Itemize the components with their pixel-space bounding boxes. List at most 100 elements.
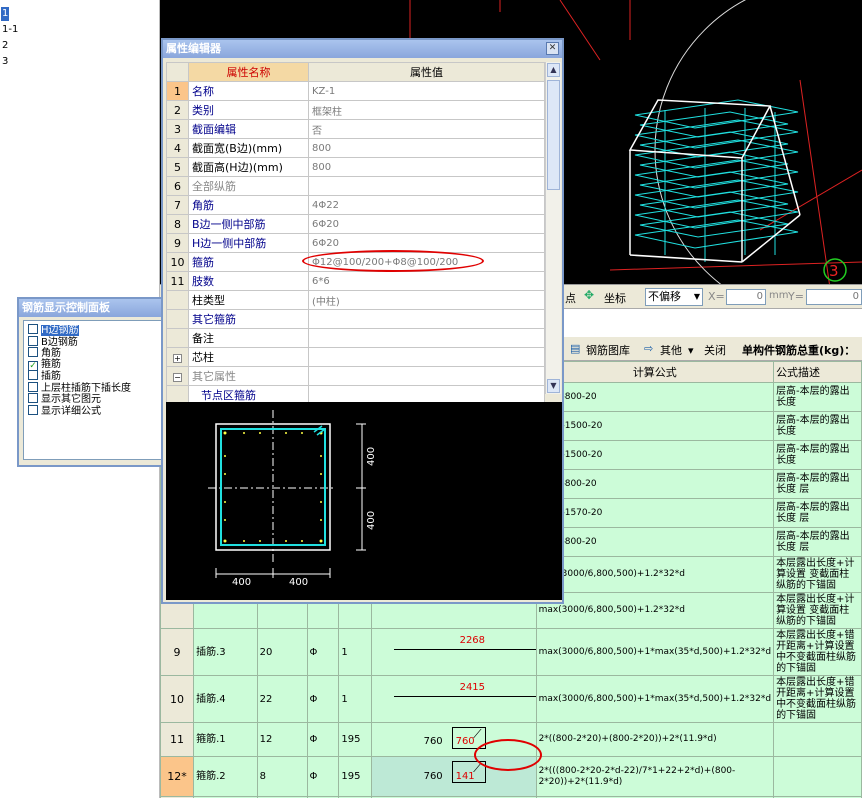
option-label: 上层柱插筋下插长度 <box>41 382 131 394</box>
checkbox[interactable] <box>28 393 38 403</box>
property-row[interactable]: 6 全部纵筋 <box>166 176 545 196</box>
rebar-name: 插筋.3 <box>193 628 258 676</box>
property-value[interactable]: 800 <box>308 138 545 158</box>
property-row[interactable]: 柱类型 (中柱) <box>166 290 545 310</box>
property-row[interactable]: 8 B边一侧中部筋 6Φ20 <box>166 214 545 234</box>
shape-length: 2415 <box>459 682 486 693</box>
count: 195 <box>338 756 372 797</box>
property-name: 截面高(H边)(mm) <box>188 157 309 177</box>
column-section-drawing: 400 400 400 400 <box>208 410 377 588</box>
property-value[interactable] <box>308 176 545 196</box>
property-row[interactable]: 3 截面编辑否 <box>166 119 545 139</box>
property-value[interactable] <box>308 366 545 386</box>
corner-header <box>166 62 189 82</box>
rebar-option[interactable]: 插筋 <box>28 370 61 382</box>
property-name: B边一侧中部筋 <box>188 214 309 234</box>
property-value[interactable] <box>308 347 545 367</box>
checkbox[interactable] <box>28 404 38 415</box>
property-value[interactable]: KZ-1 <box>308 81 545 101</box>
checkbox[interactable]: ✓ <box>28 360 38 371</box>
property-editor-window[interactable]: 属性编辑器 ✕ 属性名称 属性值 1 名称 KZ-1 2 类别 框架柱 3 截面编辑否 4 截面宽… <box>161 38 564 604</box>
row-number: 4 <box>166 138 189 158</box>
property-row[interactable]: 9 H边一侧中部筋 6Φ20 <box>166 233 545 253</box>
checkbox[interactable] <box>28 381 38 392</box>
property-row[interactable]: 7 角筋 4Φ22 <box>166 195 545 215</box>
window-title[interactable]: 属性编辑器 <box>163 40 562 58</box>
row-number: 1 <box>166 81 189 101</box>
row-number: + <box>166 347 189 367</box>
shape-length-b: 141 <box>455 771 475 782</box>
x-input[interactable]: 0 <box>726 289 766 305</box>
property-value[interactable]: 4Φ22 <box>308 195 545 215</box>
checkbox[interactable] <box>28 324 38 334</box>
scroll-down-icon[interactable]: ▼ <box>547 379 560 393</box>
row-number: 8 <box>166 214 189 234</box>
dim-w-right: 400 <box>289 577 308 588</box>
option-label: 显示详细公式 <box>41 405 101 417</box>
rebar-library-button[interactable]: 钢筋图库 <box>586 342 630 358</box>
property-value[interactable]: 6Φ20 <box>308 233 545 253</box>
property-row[interactable]: 4 截面宽(B边)(mm) 800 <box>166 138 545 158</box>
dim-h-top: 400 <box>366 447 377 466</box>
property-name: 柱类型 <box>188 290 309 310</box>
tree-item[interactable]: 2 <box>1 39 9 53</box>
scroll-thumb[interactable] <box>547 80 560 190</box>
desc-cell <box>773 722 862 757</box>
row-number: 6 <box>166 176 189 196</box>
rebar-option[interactable]: 显示详细公式 <box>28 404 101 417</box>
property-value[interactable] <box>308 309 545 329</box>
property-value[interactable]: (中柱) <box>308 290 545 310</box>
expand-icon[interactable]: + <box>173 353 182 363</box>
highlight-ellipse <box>302 250 484 272</box>
property-row[interactable]: + 芯柱 <box>166 347 545 367</box>
shape-length-a: 760 <box>423 771 443 782</box>
property-name: 全部纵筋 <box>188 176 309 196</box>
close-icon[interactable]: ✕ <box>546 42 559 55</box>
rebar-option[interactable]: H边钢筋 <box>28 324 79 336</box>
property-row[interactable]: 5 截面高(H边)(mm) 800 <box>166 157 545 177</box>
tree-item[interactable]: 1 <box>1 7 10 21</box>
property-name: 截面编辑 <box>188 119 309 139</box>
rebar-option[interactable]: 角筋 <box>28 347 61 359</box>
property-row[interactable]: 其它箍筋 <box>166 309 545 329</box>
checkbox[interactable] <box>28 370 38 380</box>
property-row[interactable]: 1 名称 KZ-1 <box>166 81 545 101</box>
property-value[interactable]: 框架柱 <box>308 100 545 120</box>
formula-cell: max(3000/6,800,500)+1.2*32*d <box>535 556 775 593</box>
tree-item[interactable]: 1-1 <box>1 23 19 37</box>
diameter: 20 <box>256 628 308 676</box>
property-name: 名称 <box>188 81 309 101</box>
collapse-icon[interactable]: − <box>173 372 182 382</box>
y-input[interactable]: 0 <box>806 289 862 305</box>
property-row[interactable]: 11 肢数 6*6 <box>166 271 545 291</box>
property-name: 角筋 <box>188 195 309 215</box>
property-value[interactable]: 6Φ20 <box>308 214 545 234</box>
property-value[interactable]: 6*6 <box>308 271 545 291</box>
formula-header: 计算公式 <box>535 361 775 383</box>
property-row[interactable]: − 其它属性 <box>166 366 545 386</box>
tree-item[interactable]: 3 <box>1 55 9 69</box>
coordinate-button[interactable]: 坐标 <box>604 290 626 306</box>
other-menu-button[interactable]: 其他 <box>660 342 682 358</box>
rebar-option[interactable]: B边钢筋 <box>28 335 78 348</box>
rebar-option[interactable]: 显示其它图元 <box>28 393 101 405</box>
rebar-option[interactable]: 上层柱插筋下插长度 <box>28 381 131 394</box>
checkbox[interactable] <box>28 347 38 357</box>
offset-select[interactable]: 不偏移 ▼ <box>645 288 703 306</box>
close-button[interactable]: 关闭 <box>704 342 726 358</box>
rebar-option[interactable]: ✓ 箍筋 <box>28 359 61 371</box>
table-row[interactable]: 9 插筋.3 20 Φ 1 2268 max(3000/6,800,500)+1*max(3… <box>160 628 862 676</box>
grade: Φ <box>306 675 340 723</box>
row-number: 7 <box>166 195 189 215</box>
property-value[interactable] <box>308 328 545 348</box>
property-value[interactable]: 否 <box>308 119 545 139</box>
property-value[interactable]: 800 <box>308 157 545 177</box>
property-scrollbar[interactable]: ▲ ▼ <box>545 62 561 394</box>
property-row[interactable]: 备注 <box>166 328 545 348</box>
checkbox[interactable] <box>28 335 38 346</box>
total-weight-label: 单构件钢筋总重(kg)： <box>742 344 856 357</box>
coordinate-icon[interactable]: ✥ <box>584 288 594 302</box>
scroll-up-icon[interactable]: ▲ <box>547 63 560 77</box>
table-row[interactable]: 10 插筋.4 22 Φ 1 2415 max(3000/6,800,500)+1*max(… <box>160 675 862 723</box>
property-row[interactable]: 2 类别 框架柱 <box>166 100 545 120</box>
